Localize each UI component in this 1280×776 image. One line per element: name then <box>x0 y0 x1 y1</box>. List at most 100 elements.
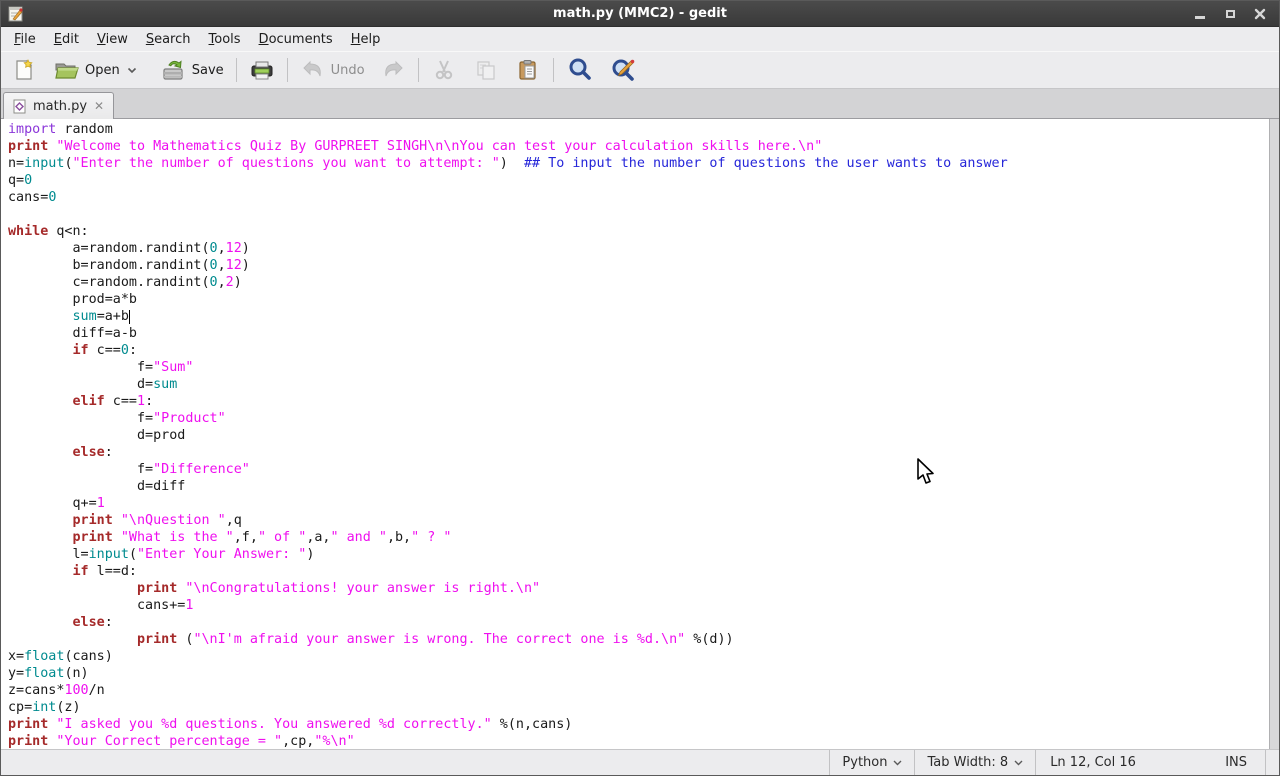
save-button[interactable]: Save <box>156 55 229 85</box>
code-line: print "Your Correct percentage = ",cp,"%… <box>8 734 355 749</box>
editor-area: import random print "Welcome to Mathemati… <box>1 119 1279 749</box>
file-icon <box>13 99 26 113</box>
code-line: cans+=1 <box>8 598 194 613</box>
code-line: if c==0: <box>72 343 138 358</box>
toolbar-separator <box>417 58 419 82</box>
tab-close-icon[interactable]: ✕ <box>93 100 105 112</box>
chevron-down-icon <box>893 760 902 765</box>
gedit-app-icon <box>8 6 23 21</box>
resize-grip[interactable] <box>1265 750 1279 775</box>
code-line: import random <box>8 122 113 137</box>
code-line: q+=1 <box>8 496 105 511</box>
maximize-button[interactable] <box>1223 7 1237 21</box>
language-mode-label: Python <box>842 755 888 770</box>
redo-icon <box>384 60 403 77</box>
code-line: cp=int(z) <box>8 700 81 715</box>
find-replace-icon <box>612 59 634 81</box>
title-bar[interactable]: math.py (MMC2) - gedit <box>1 1 1279 27</box>
toolbar-separator <box>552 58 554 82</box>
open-button[interactable]: Open <box>49 55 142 85</box>
code-line: print "\nCongratulations! your answer is… <box>137 581 541 596</box>
redo-button[interactable] <box>375 55 411 85</box>
minimize-icon <box>1195 15 1205 19</box>
window-title: math.py (MMC2) - gedit <box>553 6 727 21</box>
code-line: n=input("Enter the number of questions y… <box>8 156 1008 171</box>
text-cursor <box>128 310 130 324</box>
menu-tools[interactable]: Tools <box>200 29 250 50</box>
code-line: else: <box>72 615 113 630</box>
code-line: b=random.randint(0,12) <box>8 258 250 273</box>
code-line: if l==d: <box>72 564 138 579</box>
code-line: l=input("Enter Your Answer: ") <box>8 547 315 562</box>
code-line: print "Welcome to Mathematics Quiz By GU… <box>8 139 823 154</box>
close-icon <box>1254 8 1266 19</box>
open-button-label: Open <box>85 62 120 78</box>
menu-help[interactable]: Help <box>342 29 390 50</box>
text-editor[interactable]: import random print "Welcome to Mathemati… <box>1 119 1269 749</box>
menu-bar: File Edit View Search Tools Documents He… <box>1 27 1279 51</box>
code-line: q=0 <box>8 173 33 188</box>
tab-width-label: Tab Width: 8 <box>927 755 1009 770</box>
tab-label: math.py <box>33 98 88 114</box>
code-line: elif c==1: <box>72 394 154 409</box>
save-icon <box>163 60 183 80</box>
code-line: x=float(cans) <box>8 649 113 664</box>
code-line: print "I asked you %d questions. You ans… <box>8 717 573 732</box>
code-line: else: <box>72 445 113 460</box>
undo-button[interactable] <box>295 55 331 85</box>
close-button[interactable] <box>1253 7 1267 21</box>
code-line: y=float(n) <box>8 666 89 681</box>
print-icon <box>251 61 273 80</box>
open-dropdown-chevron-icon <box>127 67 136 73</box>
cursor-position-indicator: Ln 12, Col 16 <box>1035 750 1185 775</box>
code-line: a=random.randint(0,12) <box>8 241 250 256</box>
open-folder-icon <box>55 63 79 79</box>
code-line: f="Product" <box>8 411 226 426</box>
code-line: d=diff <box>8 479 186 494</box>
gedit-window: math.py (MMC2) - gedit File Edit View Se… <box>0 0 1280 776</box>
code-line: print ("\nI'm afraid your answer is wron… <box>137 632 734 647</box>
tab-width-dropdown[interactable]: Tab Width: 8 <box>914 750 1035 775</box>
code-line: print "What is the ",f," of ",a," and ",… <box>72 530 452 545</box>
code-line: print "\nQuestion ",q <box>72 513 242 528</box>
chevron-down-icon <box>1014 760 1023 765</box>
copy-button[interactable] <box>468 55 504 85</box>
menu-search[interactable]: Search <box>137 29 200 50</box>
tab-bar: math.py ✕ <box>1 89 1279 119</box>
cut-button[interactable] <box>426 55 462 85</box>
minimize-button[interactable] <box>1193 7 1207 21</box>
new-document-button[interactable] <box>7 55 41 85</box>
undo-icon <box>302 60 321 77</box>
code-line: c=random.randint(0,2) <box>8 275 242 290</box>
print-button[interactable] <box>244 55 280 85</box>
code-line: d=sum <box>8 377 178 392</box>
code-line: diff=a-b <box>8 326 137 341</box>
status-bar: Python Tab Width: 8 Ln 12, Col 16 INS <box>1 749 1279 775</box>
save-button-label: Save <box>191 62 224 78</box>
replace-button[interactable] <box>605 54 643 86</box>
code-line: f="Sum" <box>8 360 194 375</box>
undo-button-label: Undo <box>330 62 365 78</box>
vertical-scrollbar[interactable] <box>1269 119 1279 749</box>
paste-button[interactable] <box>510 55 546 85</box>
code-line: sum=a+b <box>72 309 130 324</box>
menu-view[interactable]: View <box>88 29 137 50</box>
code-line: while q<n: <box>8 224 89 239</box>
toolbar-separator <box>235 58 237 82</box>
copy-icon <box>477 61 495 80</box>
language-mode-dropdown[interactable]: Python <box>829 750 914 775</box>
toolbar: Open Save Undo <box>1 51 1279 89</box>
paste-clipboard-icon <box>519 60 536 80</box>
insert-mode-indicator: INS <box>1225 755 1247 770</box>
menu-file[interactable]: File <box>5 29 45 50</box>
code-line: f="Difference" <box>8 462 250 477</box>
menu-edit[interactable]: Edit <box>45 29 88 50</box>
code-line: cans=0 <box>8 190 57 205</box>
menu-documents[interactable]: Documents <box>250 29 342 50</box>
code-line: z=cans*100/n <box>8 683 105 698</box>
tab-math-py[interactable]: math.py ✕ <box>3 92 115 119</box>
maximize-icon <box>1225 9 1235 18</box>
search-icon <box>569 58 591 80</box>
find-button[interactable] <box>561 54 599 86</box>
